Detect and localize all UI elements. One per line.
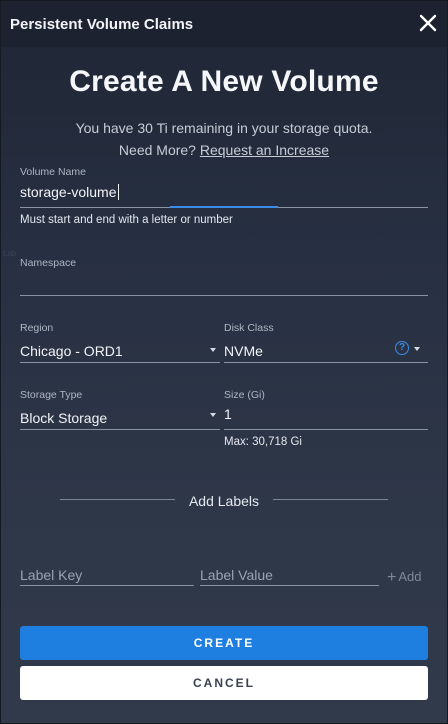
chevron-down-icon[interactable] (210, 348, 216, 352)
add-label-button[interactable]: + Add (387, 569, 421, 587)
create-button[interactable]: CREATE (20, 626, 428, 660)
region-value: Chicago - ORD1 (20, 343, 123, 359)
region-underline (20, 362, 220, 363)
disk-class-underline (224, 362, 428, 363)
storage-type-value: Block Storage (20, 410, 108, 426)
quota-text: You have 30 Ti remaining in your storage… (75, 120, 373, 136)
cancel-button[interactable]: CANCEL (20, 666, 428, 700)
need-more-text: Need More? (118, 142, 196, 158)
disk-class-select[interactable]: NVMe (224, 343, 384, 363)
disk-class-value: NVMe (224, 343, 263, 359)
size-value: 1 (224, 406, 232, 422)
plus-icon: + (387, 569, 397, 586)
request-increase-link[interactable]: Request an Increase (200, 142, 329, 158)
label-value-underline (200, 585, 379, 586)
volume-name-helper: Must start and end with a letter or numb… (20, 214, 233, 226)
storage-type-underline (20, 429, 220, 430)
close-icon[interactable] (417, 12, 439, 34)
quota-info: You have 30 Ti remaining in your storage… (1, 117, 447, 161)
help-circle-icon[interactable]: ? (395, 341, 409, 355)
storage-type-select[interactable]: Block Storage (20, 410, 220, 430)
divider-right (273, 499, 388, 500)
quota-request-line: Need More? Request an Increase (1, 139, 447, 161)
namespace-input[interactable] (20, 273, 428, 293)
dialog-title: Persistent Volume Claims (10, 16, 194, 33)
disk-class-label: Disk Class (224, 322, 274, 334)
size-label: Size (Gi) (224, 389, 265, 401)
volume-name-input[interactable]: storage-volume (20, 184, 119, 200)
namespace-label: Namespace (20, 257, 77, 269)
create-volume-dialog: Persistent Volume Claims Create A New Vo… (0, 0, 448, 724)
dialog-titlebar: Persistent Volume Claims (1, 1, 447, 47)
volume-name-focus-bar (170, 206, 278, 208)
label-key-underline (20, 585, 194, 586)
storage-type-label: Storage Type (20, 389, 83, 401)
label-key-input[interactable]: Label Key (20, 567, 194, 587)
namespace-underline (20, 295, 428, 296)
volume-name-value: storage-volume (20, 184, 117, 200)
chevron-down-icon[interactable] (414, 347, 420, 351)
label-value-input[interactable]: Label Value (200, 567, 379, 587)
add-labels-title: Add Labels (188, 493, 260, 509)
faint-text-artifact: Lab (3, 249, 17, 258)
region-select[interactable]: Chicago - ORD1 (20, 343, 220, 363)
size-max-helper: Max: 30,718 Gi (224, 436, 302, 448)
volume-name-label: Volume Name (20, 166, 86, 178)
add-label-text: Add (398, 569, 422, 584)
page-title: Create A New Volume (69, 65, 379, 98)
region-label: Region (20, 322, 54, 334)
text-cursor (117, 184, 119, 200)
size-input[interactable]: 1 (224, 406, 428, 426)
size-underline (224, 429, 428, 430)
chevron-down-icon[interactable] (210, 413, 216, 417)
